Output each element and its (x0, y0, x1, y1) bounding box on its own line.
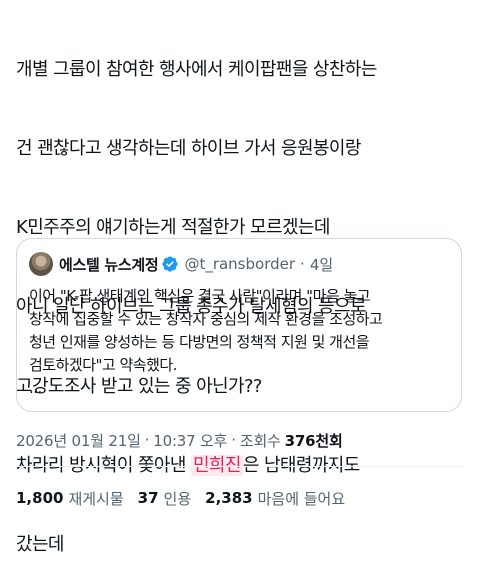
engagement-stats: 1,800 재게시물 37 인용 2,383 마음에 들어요 (16, 486, 359, 510)
likes-label: 마음에 들어요 (257, 489, 346, 508)
quoted-handle[interactable]: @t_ransborder (184, 255, 295, 273)
tweet-line: 개별 그룹이 참여한 행사에서 케이팝팬을 상찬하는 (16, 58, 377, 80)
reposts-count: 1,800 (16, 489, 64, 507)
quotes-count: 37 (137, 489, 159, 507)
verified-badge-icon (162, 256, 179, 272)
quoted-line: 청년 인재를 양성하는 등 다방면의 정책적 지원 및 개선을 (29, 333, 370, 351)
quotes-label: 인용 (163, 489, 192, 508)
separator-dot: · (144, 431, 150, 449)
quotes-stat-link[interactable]: 37 인용 (138, 488, 191, 509)
quoted-line: 이어 "K-팝 생태계의 핵심은 결국 사람"이라며 "마음 놓고 (29, 287, 371, 305)
quoted-tweet-card[interactable]: 에스텔 뉴스계정 @t_ransborder · 4일 이어 "K-팝 생태계의… (16, 238, 462, 412)
views-label: 조회수 (239, 431, 281, 450)
tweet-date-link[interactable]: 2026년 01월 21일 (16, 430, 141, 451)
quoted-display-name[interactable]: 에스텔 뉴스계정 (59, 254, 159, 275)
likes-stat-link[interactable]: 2,383 마음에 들어요 (205, 488, 345, 509)
likes-count: 2,383 (205, 489, 253, 507)
quoted-tweet-text: 이어 "K-팝 생태계의 핵심은 결국 사람"이라며 "마음 놓고 창작에 집중… (29, 285, 453, 400)
avatar[interactable] (29, 252, 53, 276)
quoted-line: 창작에 집중할 수 있는 창작자 중심의 제작 환경을 조성하고 (29, 310, 383, 328)
quoted-line: 검토하겠다"고 약속했다. (29, 356, 177, 374)
quoted-timestamp[interactable]: 4일 (310, 254, 333, 275)
separator-dot: · (300, 255, 305, 273)
divider (16, 466, 464, 467)
separator-dot: · (231, 431, 236, 449)
views-count: 376천회 (284, 431, 343, 450)
reposts-label: 재게시물 (68, 489, 124, 508)
tweet-meta: 2026년 01월 21일 · 10:37 오후 · 조회수 376천회 (16, 428, 343, 452)
tweet-time-link[interactable]: 10:37 오후 (153, 430, 227, 451)
quoted-tweet-header: 에스텔 뉴스계정 @t_ransborder · 4일 (29, 251, 333, 277)
tweet-line: 갔는데 (16, 534, 64, 556)
quoted-line-ellipsis: ... (29, 379, 42, 397)
tweet-line: 건 괜찮다고 생각하는데 하이브 가서 응원봉이랑 (16, 138, 361, 160)
reposts-stat-link[interactable]: 1,800 재게시물 (16, 488, 124, 509)
